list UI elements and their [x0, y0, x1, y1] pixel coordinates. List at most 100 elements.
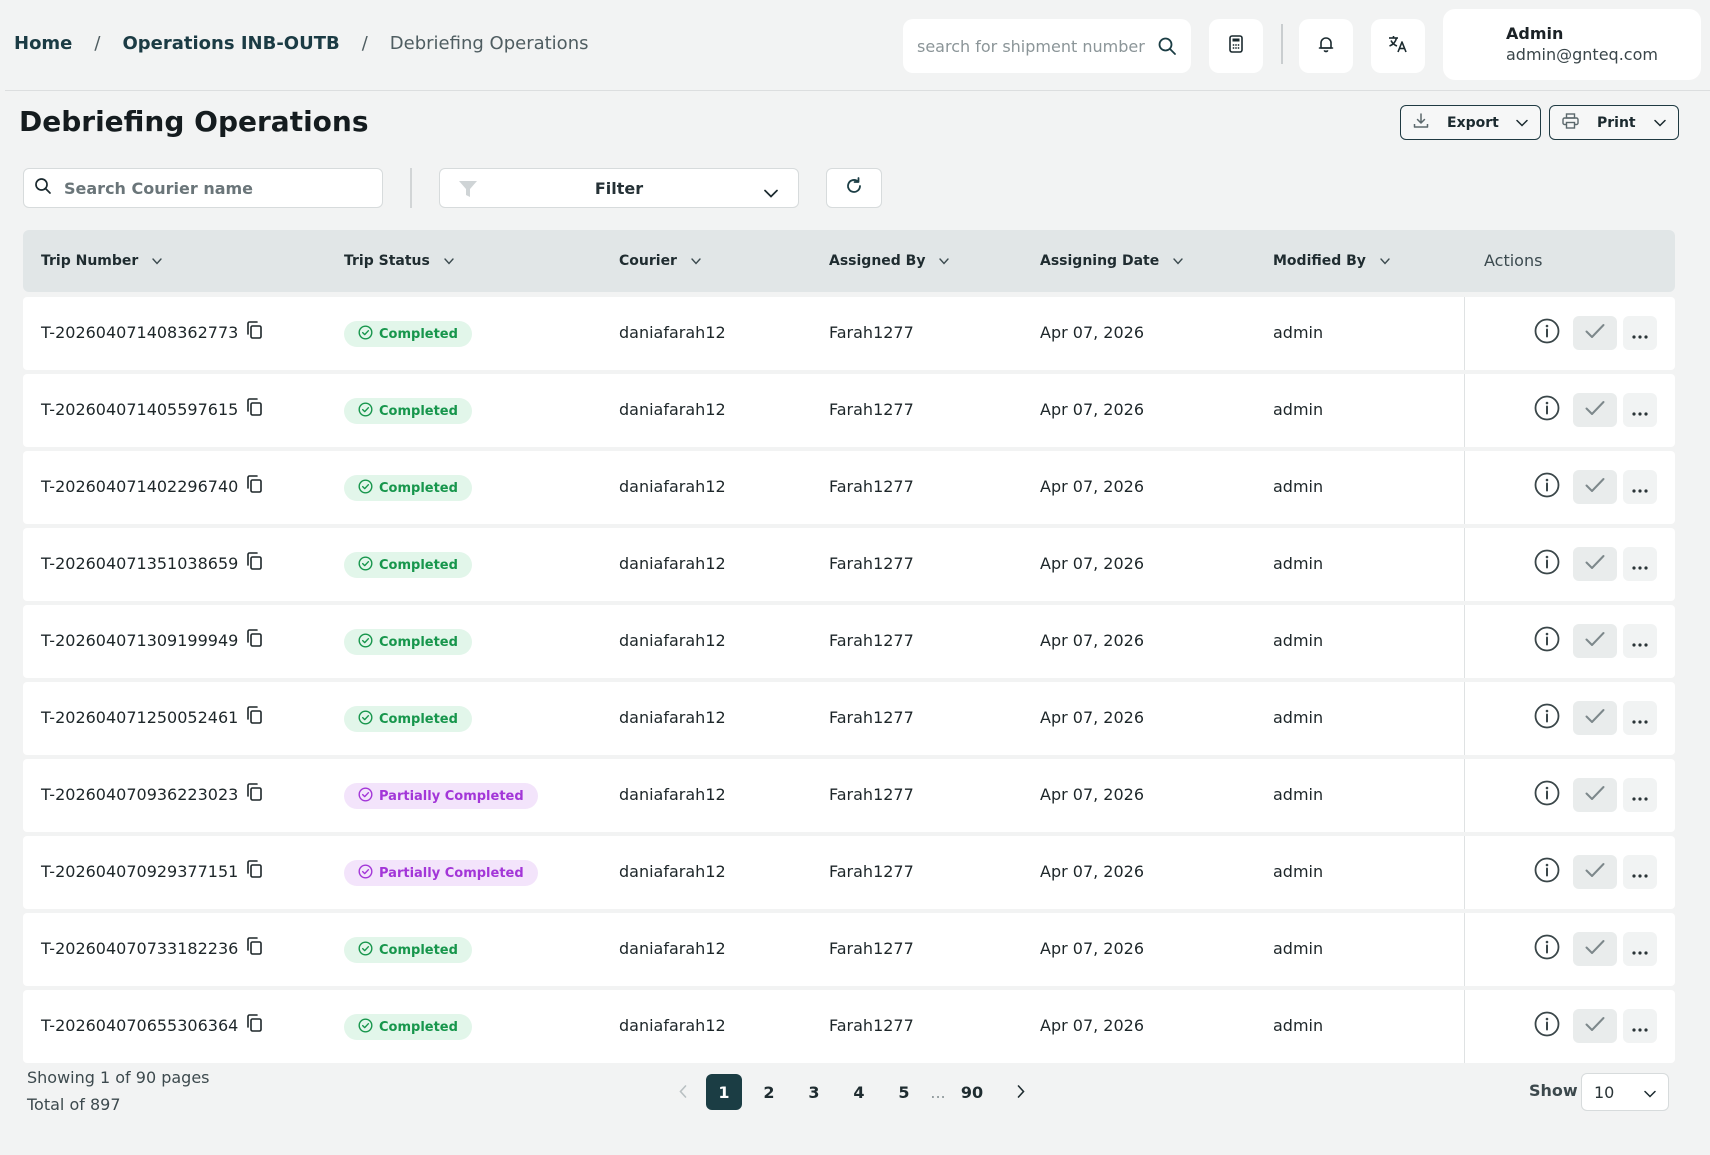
- more-actions-button[interactable]: [1623, 393, 1657, 427]
- approve-button[interactable]: [1573, 701, 1617, 735]
- page-button-last[interactable]: 90: [954, 1074, 990, 1110]
- table-row[interactable]: T-202604071405597615 Completed daniafarah1…: [23, 374, 1675, 447]
- check-icon: [1585, 554, 1605, 574]
- approve-button[interactable]: [1573, 1009, 1617, 1043]
- copy-icon[interactable]: [246, 860, 263, 882]
- copy-icon[interactable]: [246, 629, 263, 651]
- info-button[interactable]: [1530, 470, 1564, 504]
- courier-cell: daniafarah12: [619, 939, 726, 958]
- info-button[interactable]: [1530, 547, 1564, 581]
- table-row[interactable]: T-202604071408362773 Completed daniafarah1…: [23, 297, 1675, 370]
- column-header-trip-number[interactable]: Trip Number: [41, 253, 163, 269]
- info-button[interactable]: [1530, 778, 1564, 812]
- more-actions-button[interactable]: [1623, 470, 1657, 504]
- notifications-button[interactable]: [1299, 19, 1353, 73]
- page-button-5[interactable]: 5: [886, 1074, 922, 1110]
- approve-button[interactable]: [1573, 316, 1617, 350]
- export-button[interactable]: Export: [1400, 105, 1541, 140]
- table-row[interactable]: T-202604071351038659 Completed daniafarah1…: [23, 528, 1675, 601]
- assigned-by-cell: Farah1277: [829, 323, 914, 342]
- approve-button[interactable]: [1573, 547, 1617, 581]
- info-button[interactable]: [1530, 701, 1564, 735]
- copy-icon[interactable]: [246, 937, 263, 959]
- info-button[interactable]: [1530, 624, 1564, 658]
- table-row[interactable]: T-202604071250052461 Completed daniafarah1…: [23, 682, 1675, 755]
- table-row[interactable]: T-202604070929377151 Partially Completed d…: [23, 836, 1675, 909]
- copy-icon[interactable]: [246, 552, 263, 574]
- table-row[interactable]: T-202604071309199949 Completed daniafarah1…: [23, 605, 1675, 678]
- table-row[interactable]: T-202604070655306364 Completed daniafarah1…: [23, 990, 1675, 1063]
- chevron-down-icon: [444, 253, 454, 269]
- status-badge: Partially Completed: [344, 860, 538, 886]
- table-row[interactable]: T-202604070733182236 Completed daniafarah1…: [23, 913, 1675, 986]
- page-button-4[interactable]: 4: [841, 1074, 877, 1110]
- table-row[interactable]: T-202604071402296740 Completed daniafarah1…: [23, 451, 1675, 524]
- info-button[interactable]: [1530, 393, 1564, 427]
- more-actions-button[interactable]: [1623, 932, 1657, 966]
- info-button[interactable]: [1530, 316, 1564, 350]
- more-actions-button[interactable]: [1623, 855, 1657, 889]
- approve-button[interactable]: [1573, 470, 1617, 504]
- shipment-search-input[interactable]: [917, 36, 1147, 56]
- info-button[interactable]: [1530, 855, 1564, 889]
- copy-icon[interactable]: [246, 321, 263, 343]
- prev-page-button[interactable]: [665, 1074, 701, 1110]
- filter-dropdown[interactable]: Filter: [439, 168, 799, 208]
- breadcrumb-home[interactable]: Home: [14, 33, 72, 54]
- more-actions-button[interactable]: [1623, 701, 1657, 735]
- info-button[interactable]: [1530, 932, 1564, 966]
- assigned-by-cell: Farah1277: [829, 939, 914, 958]
- copy-icon[interactable]: [246, 398, 263, 420]
- print-button[interactable]: Print: [1549, 105, 1679, 140]
- column-header-trip-status[interactable]: Trip Status: [344, 253, 454, 269]
- courier-search-input[interactable]: [64, 178, 364, 198]
- column-label: Trip Number: [41, 253, 139, 269]
- status-label: Completed: [379, 1019, 458, 1035]
- search-icon[interactable]: [1157, 36, 1177, 60]
- courier-cell: daniafarah12: [619, 631, 726, 650]
- actions-divider: [1464, 451, 1465, 524]
- more-actions-button[interactable]: [1623, 1009, 1657, 1043]
- page-size-select[interactable]: 10: [1581, 1073, 1669, 1111]
- chevron-right-icon: [1017, 1083, 1025, 1102]
- column-header-assigned-by[interactable]: Assigned By: [829, 253, 950, 269]
- more-actions-button[interactable]: [1623, 778, 1657, 812]
- copy-icon[interactable]: [246, 475, 263, 497]
- copy-icon[interactable]: [246, 1014, 263, 1036]
- more-actions-button[interactable]: [1623, 547, 1657, 581]
- approve-button[interactable]: [1573, 932, 1617, 966]
- copy-icon[interactable]: [246, 783, 263, 805]
- breadcrumb-operations[interactable]: Operations INB-OUTB: [122, 33, 339, 54]
- bell-icon: [1317, 35, 1335, 57]
- approve-button[interactable]: [1573, 778, 1617, 812]
- page-button-3[interactable]: 3: [796, 1074, 832, 1110]
- column-header-courier[interactable]: Courier: [619, 253, 701, 269]
- table-row[interactable]: T-202604070936223023 Partially Completed d…: [23, 759, 1675, 832]
- refresh-button[interactable]: [826, 168, 882, 208]
- trip-number: T-202604071408362773: [41, 322, 239, 342]
- courier-cell: daniafarah12: [619, 785, 726, 804]
- calculator-button[interactable]: [1209, 19, 1263, 73]
- language-button[interactable]: [1371, 19, 1425, 73]
- check-circle-icon: [358, 401, 373, 421]
- user-profile[interactable]: Admin admin@gnteq.com: [1443, 9, 1701, 80]
- more-actions-button[interactable]: [1623, 316, 1657, 350]
- approve-button[interactable]: [1573, 855, 1617, 889]
- check-icon: [1585, 323, 1605, 343]
- page-button-2[interactable]: 2: [751, 1074, 787, 1110]
- info-button[interactable]: [1530, 1009, 1564, 1043]
- total-count: Total of 897: [27, 1095, 121, 1114]
- column-header-modified-by[interactable]: Modified By: [1273, 253, 1390, 269]
- assigning-date-cell: Apr 07, 2026: [1040, 939, 1145, 958]
- actions-divider: [1464, 528, 1465, 601]
- next-page-button[interactable]: [1003, 1074, 1039, 1110]
- copy-icon[interactable]: [246, 706, 263, 728]
- trip-number-cell: T-202604071408362773: [41, 321, 263, 343]
- column-header-assigning-date[interactable]: Assigning Date: [1040, 253, 1183, 269]
- assigned-by-cell: Farah1277: [829, 400, 914, 419]
- page-button-1[interactable]: 1: [706, 1074, 742, 1110]
- approve-button[interactable]: [1573, 624, 1617, 658]
- more-actions-button[interactable]: [1623, 624, 1657, 658]
- column-label: Assigned By: [829, 253, 926, 269]
- approve-button[interactable]: [1573, 393, 1617, 427]
